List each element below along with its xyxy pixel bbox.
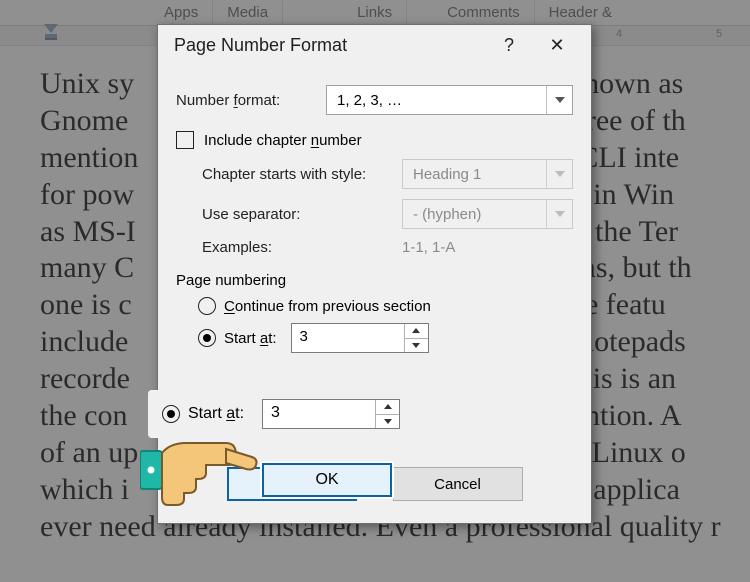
spin-up-icon[interactable] [405,324,428,339]
cancel-button[interactable]: Cancel [393,467,523,501]
ruler-tick-4: 4 [616,28,622,40]
page-numbering-group: Page numbering [176,272,573,289]
spin-down-icon[interactable] [405,339,428,353]
chevron-down-icon [546,200,572,228]
number-format-label: Number format: [176,92,326,109]
ok-label-hl: OK [315,471,338,489]
radio-start-at-hl[interactable] [162,405,180,423]
spin-up-hl[interactable] [376,400,399,415]
separator-value: - (hyphen) [403,206,546,223]
start-at-spinner[interactable]: 3 [291,323,429,353]
chapter-style-label: Chapter starts with style: [202,166,402,183]
start-at-spinner-hl[interactable]: 3 [262,399,400,429]
ruler-tick-5: 5 [716,28,722,40]
continue-label: Continue from previous section [224,298,431,315]
chapter-style-select: Heading 1 [402,159,573,189]
radio-start-at[interactable] [198,329,216,347]
chevron-down-icon [546,160,572,188]
start-at-label-hl: Start at: [188,405,244,423]
ribbon-tabs: Apps Media Links Comments Header & [0,0,750,26]
ribbon-tab-apps[interactable]: Apps [150,2,212,23]
start-at-label: Start at: [224,330,277,347]
examples-value: 1-1, 1-A [402,239,455,256]
help-button[interactable]: ? [485,29,533,61]
ribbon-tab-comments[interactable]: Comments [433,2,534,23]
dialog-titlebar: Page Number Format ? ✕ [158,25,591,65]
spin-down-hl[interactable] [376,415,399,429]
app-window: Apps Media Links Comments Header & 4 5 U… [0,0,750,582]
number-format-value: 1, 2, 3, … [327,92,546,109]
radio-continue[interactable] [198,297,216,315]
separator-select: - (hyphen) [402,199,573,229]
ribbon-tab-media[interactable]: Media [213,2,282,23]
cancel-label: Cancel [434,476,481,493]
indent-marker[interactable] [44,24,58,48]
close-button[interactable]: ✕ [533,29,581,61]
number-format-select[interactable]: 1, 2, 3, … [326,85,573,115]
separator-label: Use separator: [202,206,402,223]
include-chapter-label: Include chapter number [204,132,362,149]
start-at-value[interactable]: 3 [292,324,404,352]
chapter-style-value: Heading 1 [403,166,546,183]
include-chapter-checkbox[interactable] [176,131,194,149]
examples-label: Examples: [202,239,402,256]
ribbon-tab-header[interactable]: Header & [535,2,626,23]
ribbon-tab-links[interactable]: Links [343,2,406,23]
start-at-value-hl[interactable]: 3 [263,400,375,428]
chevron-down-icon[interactable] [546,86,572,114]
pointing-hand-icon [140,429,260,509]
dialog-title: Page Number Format [174,35,485,56]
ok-button-hl[interactable]: OK [262,463,392,497]
